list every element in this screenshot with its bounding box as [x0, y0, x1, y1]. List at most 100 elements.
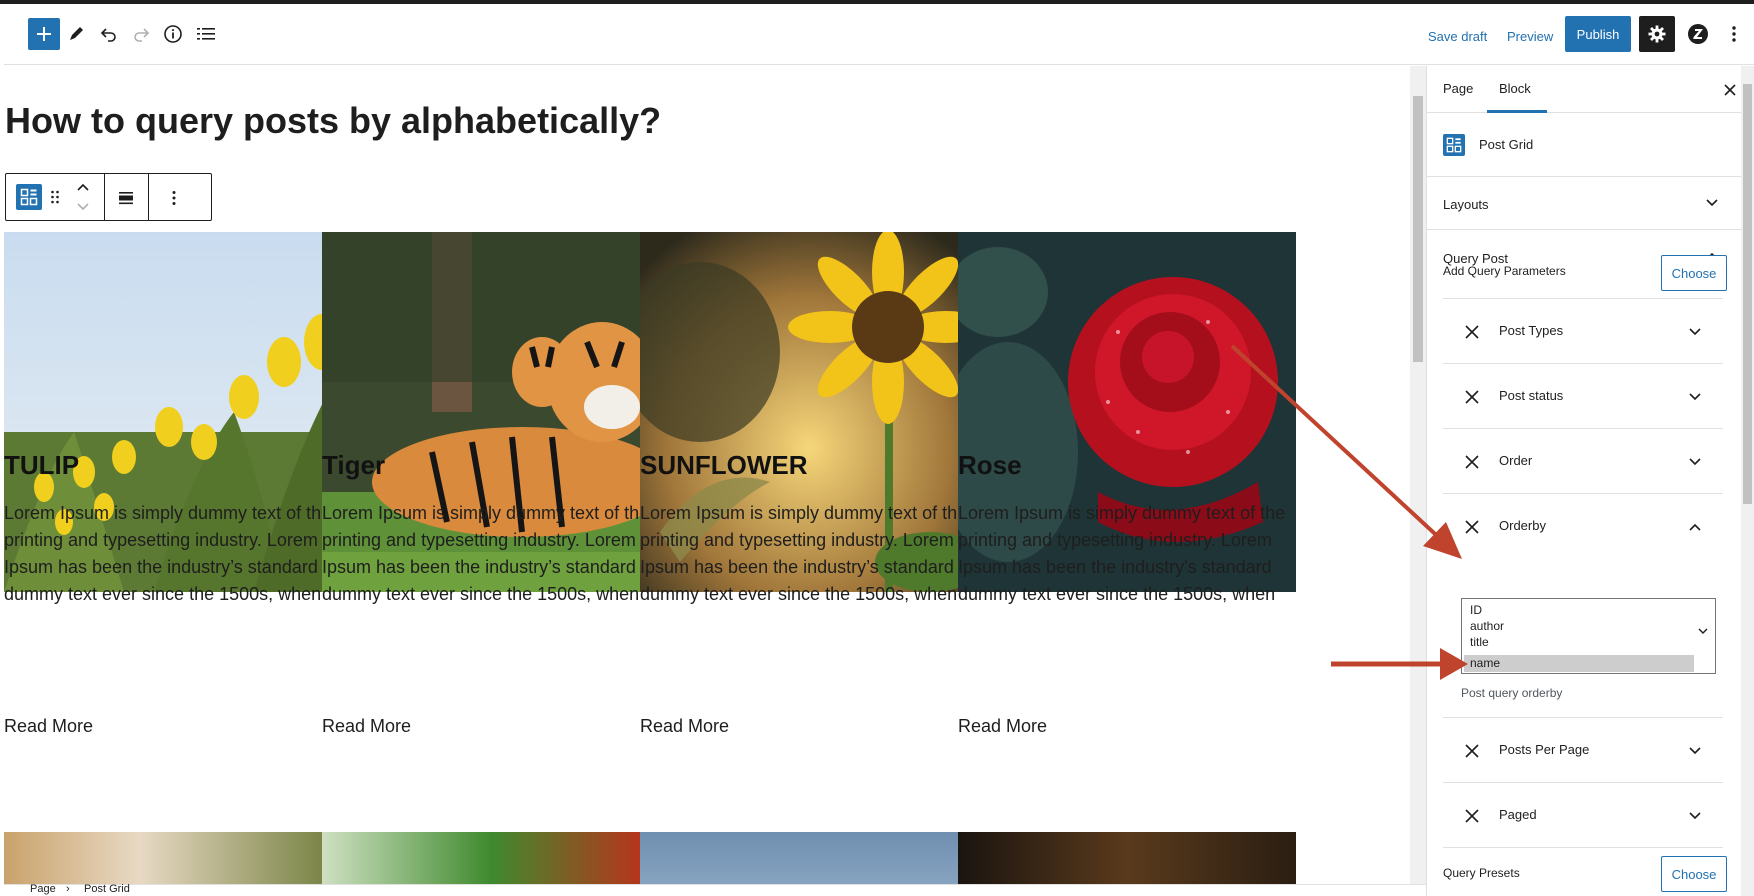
preview-button[interactable]: Preview: [1507, 29, 1553, 44]
read-more-link[interactable]: Read More: [322, 716, 411, 737]
post-title[interactable]: TULIP: [4, 450, 79, 481]
select-option[interactable]: author: [1470, 618, 1504, 635]
param-label[interactable]: Paged: [1499, 807, 1537, 822]
panel-layouts[interactable]: Layouts: [1427, 178, 1754, 230]
publish-button[interactable]: Publish: [1565, 16, 1631, 52]
post-grid-block-icon[interactable]: [16, 184, 42, 210]
post-image[interactable]: [958, 832, 1296, 884]
undo-icon[interactable]: [93, 18, 125, 50]
chevron-down-icon[interactable]: [1688, 746, 1702, 756]
block-toolbar: [5, 173, 212, 221]
param-paged[interactable]: Paged: [1443, 783, 1723, 848]
post-title[interactable]: SUNFLOWER: [640, 450, 808, 481]
param-label[interactable]: Orderby: [1499, 518, 1546, 533]
active-tab-indicator: [1487, 110, 1547, 113]
remove-icon[interactable]: [1463, 453, 1481, 471]
scrollbar-thumb[interactable]: [1413, 96, 1423, 362]
excerpt-line: dummy text ever since the 1500s, when: [4, 584, 322, 604]
save-draft-button[interactable]: Save draft: [1428, 29, 1487, 44]
remove-icon[interactable]: [1463, 742, 1481, 760]
chevron-down-icon[interactable]: [1688, 811, 1702, 821]
chevron-down-icon[interactable]: [1705, 198, 1719, 208]
remove-icon[interactable]: [1463, 323, 1481, 341]
post-title[interactable]: Rose: [958, 450, 1022, 481]
post-title[interactable]: Tiger: [322, 450, 385, 481]
more-vertical-icon[interactable]: [162, 186, 186, 210]
excerpt-line: Ipsum has been the industry's standard: [958, 557, 1272, 577]
orderby-help-text: Post query orderby: [1461, 686, 1563, 700]
tab-block[interactable]: Block: [1499, 81, 1531, 96]
post-image[interactable]: [4, 832, 342, 884]
chevron-up-icon[interactable]: [1688, 522, 1702, 532]
pencil-icon[interactable]: [60, 18, 92, 50]
choose-button[interactable]: Choose: [1661, 255, 1727, 291]
post-image[interactable]: [640, 832, 978, 884]
param-post-status[interactable]: Post status: [1443, 364, 1723, 429]
close-icon[interactable]: [1716, 76, 1744, 104]
read-more-link[interactable]: Read More: [4, 716, 93, 737]
param-orderby[interactable]: Orderby: [1443, 494, 1723, 559]
breadcrumb-item[interactable]: Page: [30, 883, 56, 895]
select-option-selected[interactable]: name: [1470, 655, 1500, 672]
move-down-icon[interactable]: [72, 200, 94, 214]
select-option[interactable]: ID: [1470, 602, 1482, 619]
post-grid-block-icon: [1443, 134, 1465, 156]
presets-choose-button[interactable]: Choose: [1661, 856, 1727, 892]
settings-sidebar: Page Block Post Grid Layouts Query Post …: [1426, 66, 1754, 896]
param-post-types[interactable]: Post Types: [1443, 299, 1723, 364]
sidebar-scrollbar[interactable]: [1741, 66, 1754, 896]
chevron-down-icon[interactable]: [1698, 627, 1708, 635]
post-image[interactable]: [322, 832, 660, 884]
info-icon[interactable]: [157, 18, 189, 50]
excerpt-line: printing and typesetting industry. Lorem: [640, 530, 954, 550]
breadcrumb-separator-icon: ›: [66, 883, 70, 895]
param-posts-per-page[interactable]: Posts Per Page: [1443, 718, 1723, 783]
remove-icon[interactable]: [1463, 518, 1481, 536]
excerpt-line: dummy text ever since the 1500s, when: [640, 584, 958, 604]
editor-canvas: How to query posts by alphabetically? TU…: [4, 66, 1410, 884]
page-title[interactable]: How to query posts by alphabetically?: [5, 100, 661, 142]
tab-page[interactable]: Page: [1443, 81, 1473, 96]
excerpt-line: Ipsum has been the industry’s standard: [4, 557, 318, 577]
remove-icon[interactable]: [1463, 388, 1481, 406]
excerpt-line: printing and typesetting industry. Lorem: [4, 530, 318, 550]
add-query-params-label: Add Query Parameters: [1443, 264, 1566, 278]
excerpt-line: printing and typesetting industry. Lorem: [958, 530, 1272, 550]
chevron-down-icon[interactable]: [1688, 457, 1702, 467]
read-more-link[interactable]: Read More: [958, 716, 1047, 737]
post-excerpt: Lorem Ipsum is simply dummy text of the …: [4, 500, 349, 608]
block-card: Post Grid: [1427, 114, 1754, 177]
canvas-scrollbar[interactable]: [1410, 66, 1426, 884]
move-up-icon[interactable]: [72, 180, 94, 194]
param-label[interactable]: Order: [1499, 453, 1532, 468]
param-label[interactable]: Post status: [1499, 388, 1563, 403]
read-more-link[interactable]: Read More: [640, 716, 729, 737]
excerpt-line: Lorem Ipsum is simply dummy text of the: [4, 503, 332, 523]
scrollbar-thumb[interactable]: [1743, 84, 1752, 504]
param-label[interactable]: Posts Per Page: [1499, 742, 1589, 757]
select-option[interactable]: title: [1470, 634, 1489, 651]
param-order[interactable]: Order: [1443, 429, 1723, 494]
more-vertical-icon[interactable]: [1722, 18, 1746, 50]
plus-icon[interactable]: [28, 18, 60, 50]
align-icon[interactable]: [114, 186, 138, 210]
excerpt-line: Lorem Ipsum is simply dummy text of the: [958, 503, 1286, 523]
breadcrumb-item[interactable]: Post Grid: [84, 883, 130, 895]
redo-icon[interactable]: [125, 18, 157, 50]
param-label[interactable]: Post Types: [1499, 323, 1563, 338]
chevron-down-icon[interactable]: [1688, 327, 1702, 337]
query-presets-label: Query Presets: [1443, 866, 1520, 880]
block-breadcrumb: Page › Post Grid: [4, 883, 1426, 896]
drag-handle-icon[interactable]: [48, 188, 62, 206]
block-name: Post Grid: [1479, 137, 1534, 152]
remove-icon[interactable]: [1463, 807, 1481, 825]
chevron-down-icon[interactable]: [1688, 392, 1702, 402]
excerpt-line: Lorem Ipsum is simply dummy text of the: [322, 503, 650, 523]
list-view-icon[interactable]: [190, 18, 222, 50]
panel-title[interactable]: Layouts: [1443, 197, 1489, 212]
excerpt-line: dummy text ever since the 1500s, when: [322, 584, 640, 604]
gear-icon[interactable]: [1639, 16, 1675, 52]
orderby-select[interactable]: ID author title name: [1461, 598, 1716, 674]
plugin-logo-icon[interactable]: [1682, 18, 1714, 50]
excerpt-line: printing and typesetting industry. Lorem: [322, 530, 636, 550]
